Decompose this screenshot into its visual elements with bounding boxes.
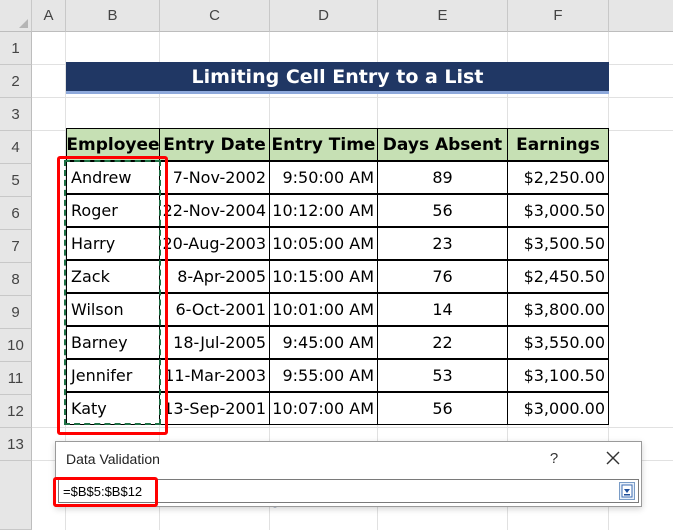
header-days-absent[interactable]: Days Absent [377, 128, 508, 161]
header-employee[interactable]: Employee [66, 128, 160, 161]
row-header-11[interactable]: 11 [0, 362, 32, 395]
cell-earnings[interactable]: $3,500.50 [507, 227, 609, 260]
cell-employee[interactable]: Barney [66, 326, 160, 359]
cell-days-absent[interactable]: 23 [377, 227, 508, 260]
spreadsheet: A B C D E F 1 2 3 4 5 6 7 8 9 10 11 12 1… [0, 0, 673, 530]
cell-employee[interactable]: Zack [66, 260, 160, 293]
cell-entry-time[interactable]: 10:12:00 AM [269, 194, 378, 227]
gridline [32, 427, 673, 428]
column-header-c[interactable]: C [160, 0, 270, 32]
cell-employee[interactable]: Roger [66, 194, 160, 227]
select-all-corner[interactable] [0, 0, 32, 32]
cell-entry-time[interactable]: 9:50:00 AM [269, 161, 378, 194]
cell-entry-time[interactable]: 9:55:00 AM [269, 359, 378, 392]
cell-entry-date[interactable]: 6-Oct-2001 [159, 293, 270, 326]
help-button[interactable]: ? [546, 449, 562, 467]
cell-employee[interactable]: Jennifer [66, 359, 160, 392]
row-header-9[interactable]: 9 [0, 296, 32, 329]
column-header-b[interactable]: B [66, 0, 160, 32]
cell-entry-date[interactable]: 18-Jul-2005 [159, 326, 270, 359]
column-header-f[interactable]: F [508, 0, 609, 32]
column-header-a[interactable]: A [32, 0, 66, 32]
cell-days-absent[interactable]: 56 [377, 392, 508, 425]
header-entry-date[interactable]: Entry Date [159, 128, 270, 161]
column-header-d[interactable]: D [270, 0, 378, 32]
cell-entry-date[interactable]: 8-Apr-2005 [159, 260, 270, 293]
gridline [32, 97, 673, 98]
cell-entry-date[interactable]: 11-Mar-2003 [159, 359, 270, 392]
header-earnings[interactable]: Earnings [507, 128, 609, 161]
cell-employee[interactable]: Katy [66, 392, 160, 425]
row-header-7[interactable]: 7 [0, 230, 32, 263]
cell-entry-date[interactable]: 22-Nov-2004 [159, 194, 270, 227]
cell-entry-time[interactable]: 10:15:00 AM [269, 260, 378, 293]
cell-earnings[interactable]: $3,000.50 [507, 194, 609, 227]
cell-days-absent[interactable]: 89 [377, 161, 508, 194]
cell-days-absent[interactable]: 76 [377, 260, 508, 293]
data-validation-dialog: Data Validation ? =$B$5:$B$12 [55, 441, 642, 507]
sheet-title-banner[interactable]: Limiting Cell Entry to a List [66, 62, 609, 94]
expand-dialog-button[interactable] [619, 482, 635, 500]
close-button[interactable] [602, 448, 624, 468]
row-header-14[interactable] [0, 461, 32, 530]
cell-earnings[interactable]: $3,100.50 [507, 359, 609, 392]
row-header-1[interactable]: 1 [0, 32, 32, 65]
cell-earnings[interactable]: $2,250.00 [507, 161, 609, 194]
header-entry-time[interactable]: Entry Time [269, 128, 378, 161]
select-all-triangle-icon [19, 19, 28, 28]
range-reference-input[interactable]: =$B$5:$B$12 [58, 479, 639, 503]
cell-days-absent[interactable]: 56 [377, 194, 508, 227]
column-header-blank [609, 0, 673, 32]
row-header-10[interactable]: 10 [0, 329, 32, 362]
expand-dialog-icon [621, 484, 633, 498]
row-header-13[interactable]: 13 [0, 428, 32, 461]
column-header-e[interactable]: E [378, 0, 508, 32]
row-header-2[interactable]: 2 [0, 65, 32, 98]
row-header-3[interactable]: 3 [0, 98, 32, 131]
cell-earnings[interactable]: $2,450.50 [507, 260, 609, 293]
cell-employee[interactable]: Wilson [66, 293, 160, 326]
cell-entry-time[interactable]: 10:01:00 AM [269, 293, 378, 326]
row-header-12[interactable]: 12 [0, 395, 32, 428]
cell-employee[interactable]: Harry [66, 227, 160, 260]
cell-days-absent[interactable]: 22 [377, 326, 508, 359]
cell-earnings[interactable]: $3,800.00 [507, 293, 609, 326]
cell-days-absent[interactable]: 53 [377, 359, 508, 392]
row-header-6[interactable]: 6 [0, 197, 32, 230]
row-header-5[interactable]: 5 [0, 164, 32, 197]
cell-entry-time[interactable]: 10:07:00 AM [269, 392, 378, 425]
cell-entry-date[interactable]: 20-Aug-2003 [159, 227, 270, 260]
row-header-4[interactable]: 4 [0, 131, 32, 164]
cell-entry-time[interactable]: 10:05:00 AM [269, 227, 378, 260]
cell-entry-date[interactable]: 13-Sep-2001 [159, 392, 270, 425]
cell-entry-time[interactable]: 9:45:00 AM [269, 326, 378, 359]
cell-earnings[interactable]: $3,000.00 [507, 392, 609, 425]
dialog-title: Data Validation [66, 451, 160, 467]
cell-days-absent[interactable]: 14 [377, 293, 508, 326]
cell-employee[interactable]: Andrew [66, 161, 160, 194]
close-icon [606, 451, 620, 465]
cell-earnings[interactable]: $3,550.00 [507, 326, 609, 359]
row-header-8[interactable]: 8 [0, 263, 32, 296]
cell-entry-date[interactable]: 7-Nov-2002 [159, 161, 270, 194]
